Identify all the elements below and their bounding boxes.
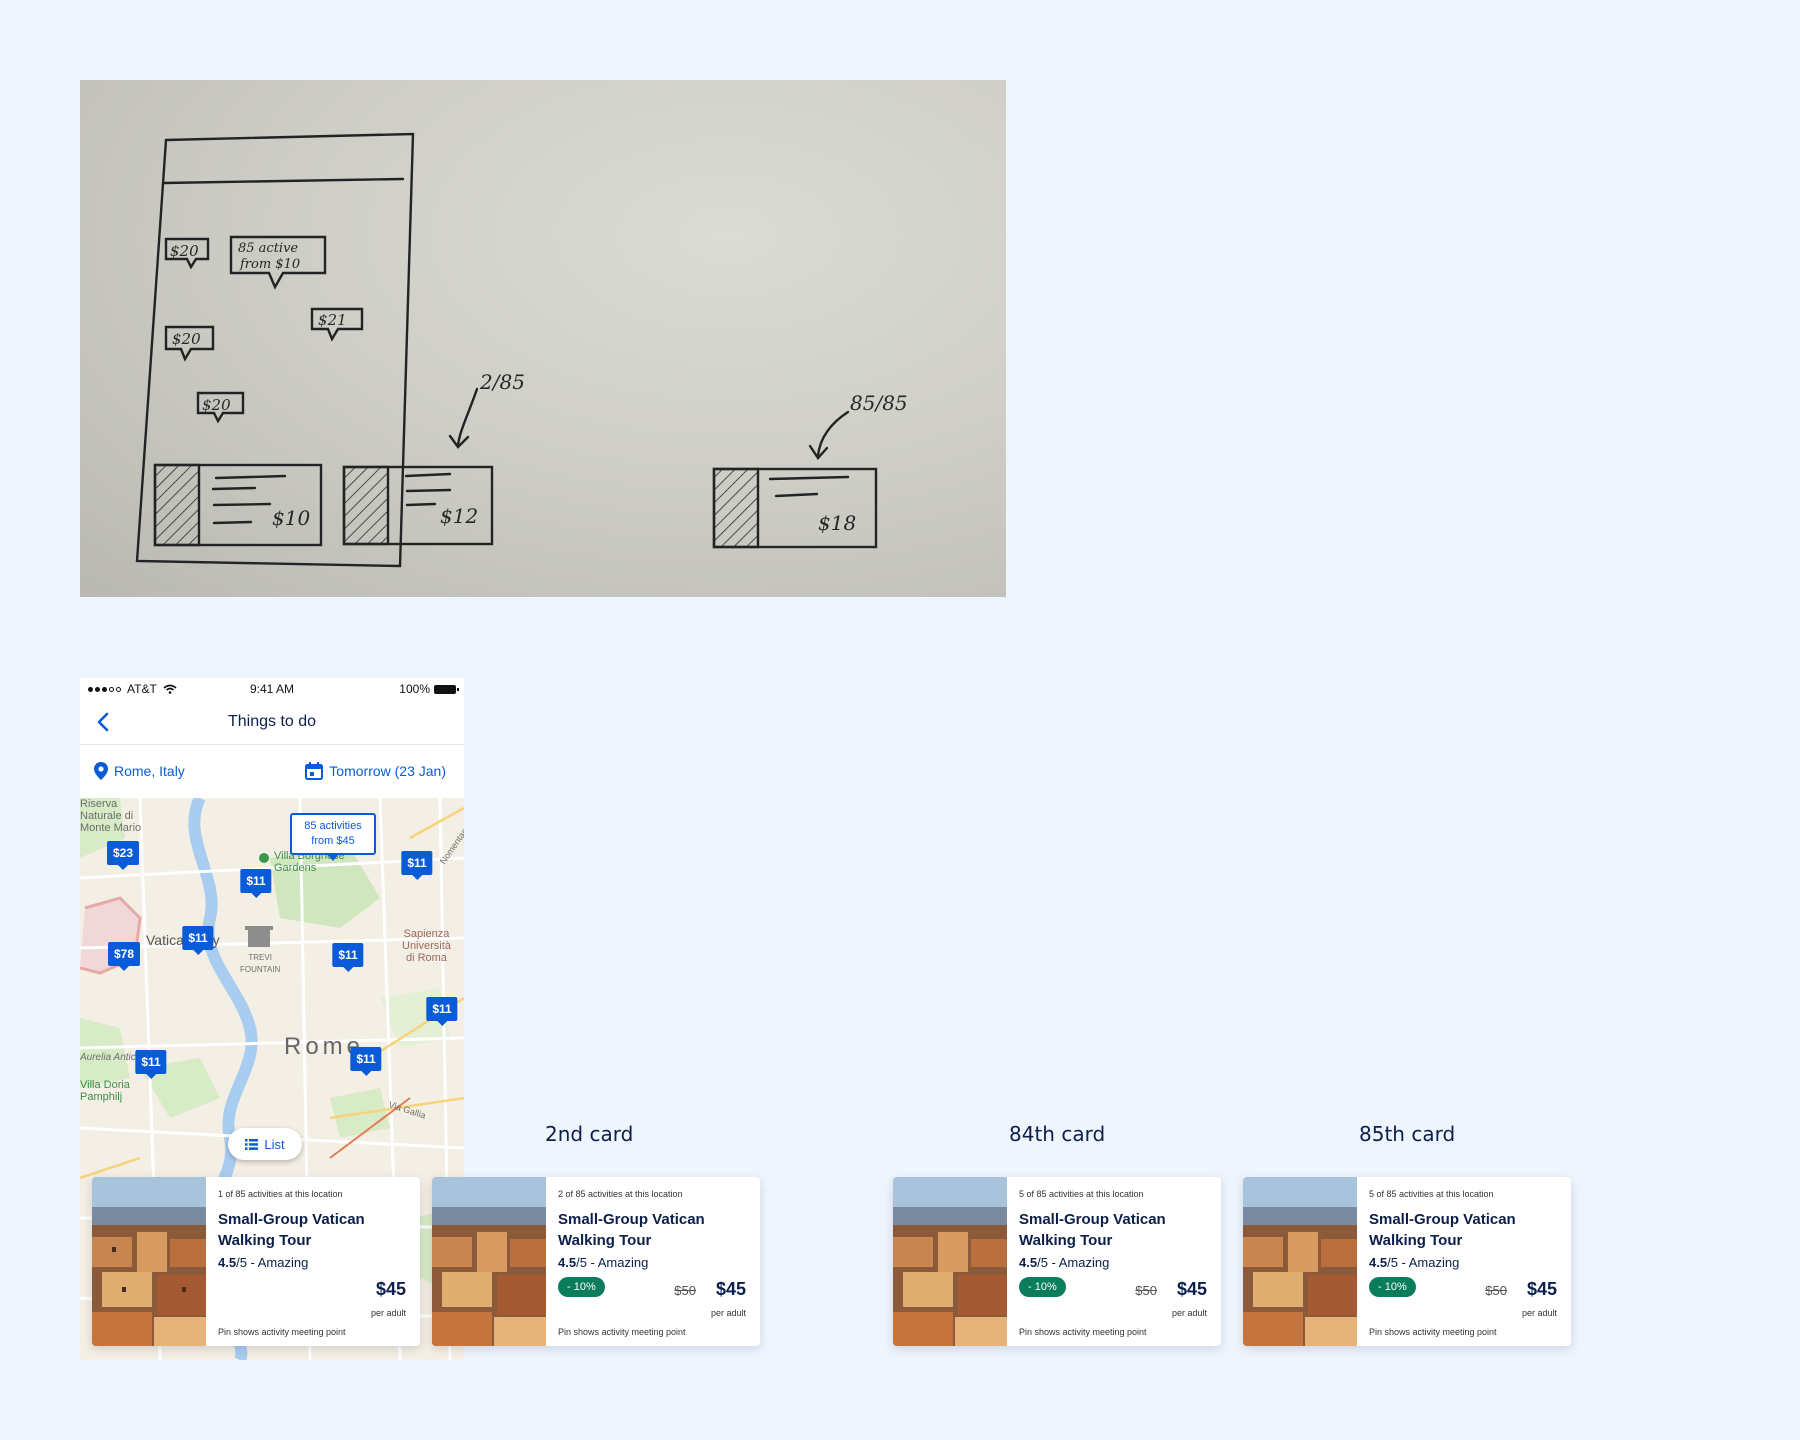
activity-price: $45 bbox=[1526, 1279, 1557, 1299]
sketch-bubble-text: $21 bbox=[318, 311, 347, 329]
old-price: $50 bbox=[1485, 1283, 1507, 1298]
activity-title: Small-Group Vatican Walking Tour bbox=[558, 1211, 705, 1249]
sketch-bubble-text: from $10 bbox=[239, 257, 300, 272]
discount-badge: - 10% bbox=[1369, 1277, 1416, 1297]
sketch-annotation: 85/85 bbox=[850, 391, 908, 415]
activity-count: 5 of 85 activities at this location bbox=[1369, 1189, 1494, 1199]
activity-rating: 4.5/5 - Amazing bbox=[558, 1255, 649, 1270]
sketch-card-price: $18 bbox=[818, 511, 856, 535]
price-pin[interactable]: $11 bbox=[182, 926, 214, 955]
activity-count: 2 of 85 activities at this location bbox=[558, 1189, 683, 1199]
meeting-point-note: Pin shows activity meeting point bbox=[218, 1327, 346, 1337]
callout-line: 85 activities bbox=[304, 820, 362, 832]
activity-rating: 4.5/5 - Amazing bbox=[218, 1255, 309, 1270]
battery-icon bbox=[434, 684, 459, 694]
price-pin[interactable]: $11 bbox=[401, 851, 433, 880]
filter-bar: Rome, Italy Tomorrow (23 Jan) bbox=[80, 745, 464, 801]
map-label-monte-mario: Riserva Naturale di Monte Mario bbox=[80, 798, 142, 834]
activity-title: Small-Group Vatican Walking Tour bbox=[218, 1211, 365, 1249]
sketch-bubble-text: $20 bbox=[170, 242, 199, 260]
list-button-label: List bbox=[264, 1136, 285, 1152]
price-pin[interactable]: $11 bbox=[135, 1050, 167, 1079]
map-label-doria-pamphilj: Villa Doria Pamphilj bbox=[80, 1079, 130, 1103]
sketch-drawing: $20 85 active from $10 $20 $21 $20 $10 $… bbox=[135, 132, 908, 568]
activity-photo bbox=[92, 1177, 206, 1346]
price-pin[interactable]: $11 bbox=[240, 869, 272, 898]
price-unit: per adult bbox=[370, 1308, 406, 1318]
price-pin[interactable]: $23 bbox=[106, 841, 140, 870]
activity-price: $45 bbox=[375, 1279, 406, 1299]
location-label: Rome, Italy bbox=[114, 763, 185, 779]
activity-price: $45 bbox=[1176, 1279, 1207, 1299]
discount-badge: - 10% bbox=[1019, 1277, 1066, 1297]
meeting-point-note: Pin shows activity meeting point bbox=[1019, 1327, 1147, 1337]
price-unit: per adult bbox=[1171, 1308, 1207, 1318]
page-title: Things to do bbox=[227, 713, 317, 730]
caption-85th-card: 85th card bbox=[1359, 1122, 1456, 1146]
old-price: $50 bbox=[1135, 1283, 1157, 1298]
sketch-card-price: $12 bbox=[440, 504, 478, 528]
price-pin[interactable]: $78 bbox=[107, 942, 141, 971]
activity-rating: 4.5/5 - Amazing bbox=[1369, 1255, 1460, 1270]
map-label-aurelia: Aurelia Antica bbox=[80, 1052, 142, 1063]
discount-badge: - 10% bbox=[558, 1277, 605, 1297]
cluster-callout[interactable]: 85 activities from $45 bbox=[290, 813, 376, 861]
activity-card[interactable]: 2 of 85 activities at this location Smal… bbox=[432, 1177, 760, 1346]
old-price: $50 bbox=[674, 1283, 696, 1298]
map-label-trevi: TREVI FOUNTAIN bbox=[240, 953, 281, 974]
activity-count: 1 of 85 activities at this location bbox=[218, 1189, 343, 1199]
activity-title: Small-Group Vatican Walking Tour bbox=[1369, 1211, 1516, 1249]
battery-percent: 100% bbox=[399, 682, 430, 696]
sketch-bubble-text: 85 active bbox=[238, 241, 298, 256]
sketch-annotation: 2/85 bbox=[479, 370, 525, 394]
activity-card[interactable]: 5 of 85 activities at this location Smal… bbox=[893, 1177, 1221, 1346]
price-unit: per adult bbox=[710, 1308, 746, 1318]
map-label-sapienza: Sapienza Università di Roma bbox=[402, 928, 451, 964]
activity-card[interactable]: 1 of 85 activities at this location Smal… bbox=[92, 1177, 420, 1346]
caption-second-card: 2nd card bbox=[545, 1122, 634, 1146]
location-filter[interactable]: Rome, Italy bbox=[94, 762, 185, 780]
activity-photo bbox=[1243, 1177, 1357, 1346]
caption-84th-card: 84th card bbox=[1009, 1122, 1106, 1146]
calendar-icon bbox=[305, 762, 324, 780]
wireframe-sketch-photo: $20 85 active from $10 $20 $21 $20 $10 $… bbox=[80, 80, 1006, 597]
activity-photo bbox=[893, 1177, 1007, 1346]
nav-bar: Things to do bbox=[80, 700, 464, 745]
price-unit: per adult bbox=[1521, 1308, 1557, 1318]
list-icon bbox=[245, 1138, 259, 1150]
sketch-card-price: $10 bbox=[272, 506, 310, 530]
callout-line: from $45 bbox=[311, 835, 355, 847]
status-bar: AT&T 9:41 AM 100% bbox=[80, 678, 464, 700]
location-pin-icon bbox=[94, 762, 108, 780]
price-pin[interactable]: $11 bbox=[332, 943, 364, 972]
date-label: Tomorrow (23 Jan) bbox=[329, 763, 446, 779]
list-view-button[interactable]: List bbox=[228, 1128, 302, 1160]
price-pin[interactable]: $11 bbox=[350, 1047, 382, 1076]
price-pin[interactable]: $11 bbox=[426, 997, 458, 1026]
activity-rating: 4.5/5 - Amazing bbox=[1019, 1255, 1110, 1270]
meeting-point-note: Pin shows activity meeting point bbox=[558, 1327, 686, 1337]
activity-title: Small-Group Vatican Walking Tour bbox=[1019, 1211, 1166, 1249]
sketch-bubble-text: $20 bbox=[202, 396, 231, 414]
meeting-point-note: Pin shows activity meeting point bbox=[1369, 1327, 1497, 1337]
activity-count: 5 of 85 activities at this location bbox=[1019, 1189, 1144, 1199]
activity-price: $45 bbox=[715, 1279, 746, 1299]
date-filter[interactable]: Tomorrow (23 Jan) bbox=[305, 762, 446, 780]
sketch-bubble-text: $20 bbox=[172, 330, 201, 348]
activity-photo bbox=[432, 1177, 546, 1346]
activity-card[interactable]: 5 of 85 activities at this location Smal… bbox=[1243, 1177, 1571, 1346]
